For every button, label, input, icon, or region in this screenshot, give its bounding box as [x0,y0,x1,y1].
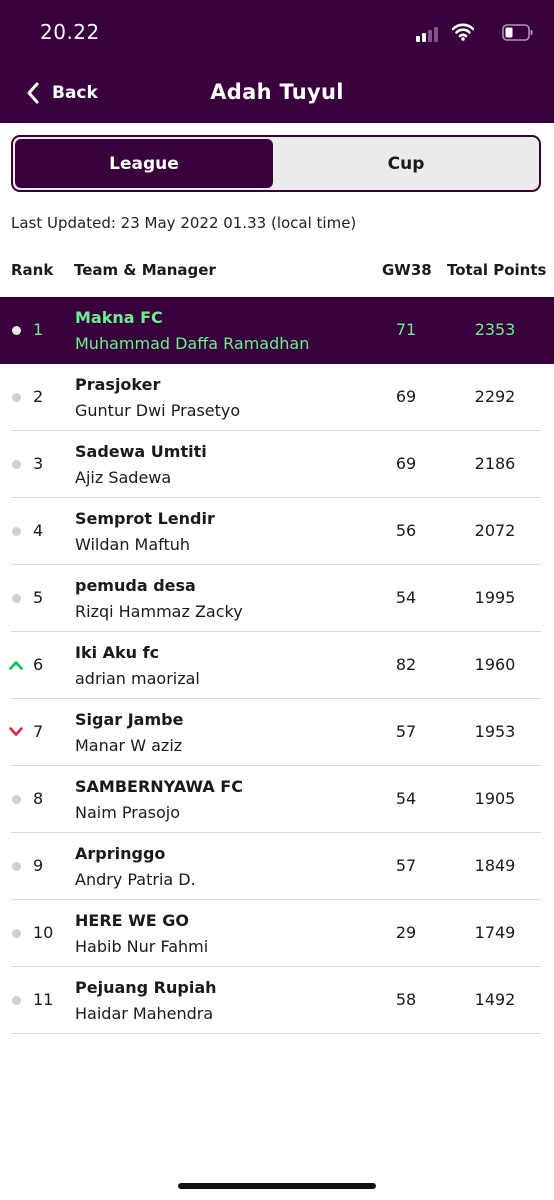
column-header-rank: Rank [11,261,54,279]
gameweek-points: 71 [395,320,417,339]
team-name: Semprot Lendir [75,509,215,528]
table-row[interactable]: 7 Sigar Jambe Manar W aziz 57 1953 [0,699,554,766]
team-name: HERE WE GO [75,911,190,930]
manager-name: Andry Patria D. [75,870,196,889]
manager-name: Rizqi Hammaz Zacky [75,602,243,621]
manager-name: Naim Prasojo [75,803,180,822]
gameweek-points: 56 [395,521,417,540]
table-row[interactable]: 5 pemuda desa Rizqi Hammaz Zacky 54 1995 [0,565,554,632]
manager-name: Ajiz Sadewa [75,468,172,487]
team-name: pemuda desa [75,576,196,595]
team-name: SAMBERNYAWA FC [75,777,243,796]
rank-same-icon [9,792,23,806]
table-row[interactable]: 9 Arpringgo Andry Patria D. 57 1849 [0,833,554,900]
team-name: Prasjoker [75,375,161,394]
manager-name: Haidar Mahendra [75,1004,214,1023]
manager-name: Muhammad Daffa Ramadhan [75,334,310,353]
table-row[interactable]: 1 Makna FC Muhammad Daffa Ramadhan 71 2353 [0,297,554,364]
table-row[interactable]: 10 HERE WE GO Habib Nur Fahmi 29 1749 [0,900,554,967]
rank-same-icon [9,457,23,471]
rank-same-icon [9,524,23,538]
rank-same-icon [9,993,23,1007]
gameweek-points: 29 [395,923,417,942]
gameweek-points: 69 [395,387,417,406]
cellular-signal-icon [416,26,442,42]
rank-down-icon [9,725,23,739]
tab-cup[interactable]: Cup [275,139,537,188]
manager-name: Habib Nur Fahmi [75,937,209,956]
total-points: 2292 [474,387,516,406]
rank-number: 9 [33,856,44,875]
rank-number: 10 [33,923,54,942]
table-row[interactable]: 3 Sadewa Umtiti Ajiz Sadewa 69 2186 [0,431,554,498]
manager-name: Manar W aziz [75,736,183,755]
rank-same-icon [9,591,23,605]
team-name: Makna FC [75,308,163,327]
gameweek-points: 57 [395,856,417,875]
status-time: 20.22 [40,20,100,44]
rank-up-icon [9,658,23,672]
table-row[interactable]: 2 Prasjoker Guntur Dwi Prasetyo 69 2292 [0,364,554,431]
status-icons [404,22,534,44]
last-updated-text: Last Updated: 23 May 2022 01.33 (local t… [11,214,357,232]
total-points: 1953 [474,722,516,741]
total-points: 1960 [474,655,516,674]
column-header-total-points: Total Points [447,261,547,279]
team-name: Sadewa Umtiti [75,442,207,461]
rank-number: 5 [33,588,44,607]
total-points: 1995 [474,588,516,607]
gameweek-points: 54 [395,789,417,808]
gameweek-points: 57 [395,722,417,741]
rank-same-icon [9,390,23,404]
total-points: 1749 [474,923,516,942]
table-row[interactable]: 6 Iki Aku fc adrian maorizal 82 1960 [0,632,554,699]
total-points: 2072 [474,521,516,540]
gameweek-points: 82 [395,655,417,674]
gameweek-points: 69 [395,454,417,473]
table-row[interactable]: 4 Semprot Lendir Wildan Maftuh 56 2072 [0,498,554,565]
standings-table: 1 Makna FC Muhammad Daffa Ramadhan 71 2353 2 P… [0,297,554,1034]
total-points: 1905 [474,789,516,808]
total-points: 1492 [474,990,516,1009]
rank-same-icon [9,926,23,940]
column-header-team-manager: Team & Manager [74,261,216,279]
gameweek-points: 58 [395,990,417,1009]
rank-number: 6 [33,655,44,674]
tab-league[interactable]: League [15,139,273,188]
team-name: Pejuang Rupiah [75,978,217,997]
team-name: Iki Aku fc [75,643,160,662]
league-cup-segmented-control: League Cup [11,135,541,192]
team-name: Arpringgo [75,844,166,863]
app-header: 20.22 Back Adah Tuyul [0,0,554,123]
table-row[interactable]: 11 Pejuang Rupiah Haidar Mahendra 58 1492 [0,967,554,1034]
rank-same-icon [9,859,23,873]
rank-number: 7 [33,722,44,741]
gameweek-points: 54 [395,588,417,607]
rank-number: 11 [33,990,54,1009]
rank-number: 3 [33,454,44,473]
total-points: 2353 [474,320,516,339]
total-points: 2186 [474,454,516,473]
battery-icon [502,24,533,41]
total-points: 1849 [474,856,516,875]
rank-number: 2 [33,387,44,406]
wifi-icon [452,23,474,41]
rank-same-icon [9,323,23,337]
page-title: Adah Tuyul [210,80,344,104]
table-row[interactable]: 8 SAMBERNYAWA FC Naim Prasojo 54 1905 [0,766,554,833]
rank-number: 4 [33,521,44,540]
home-indicator [178,1183,376,1189]
rank-number: 8 [33,789,44,808]
manager-name: Guntur Dwi Prasetyo [75,401,241,420]
column-header-gw: GW38 [382,261,432,279]
team-name: Sigar Jambe [75,710,184,729]
manager-name: Wildan Maftuh [75,535,191,554]
manager-name: adrian maorizal [75,669,200,688]
rank-number: 1 [33,320,44,339]
